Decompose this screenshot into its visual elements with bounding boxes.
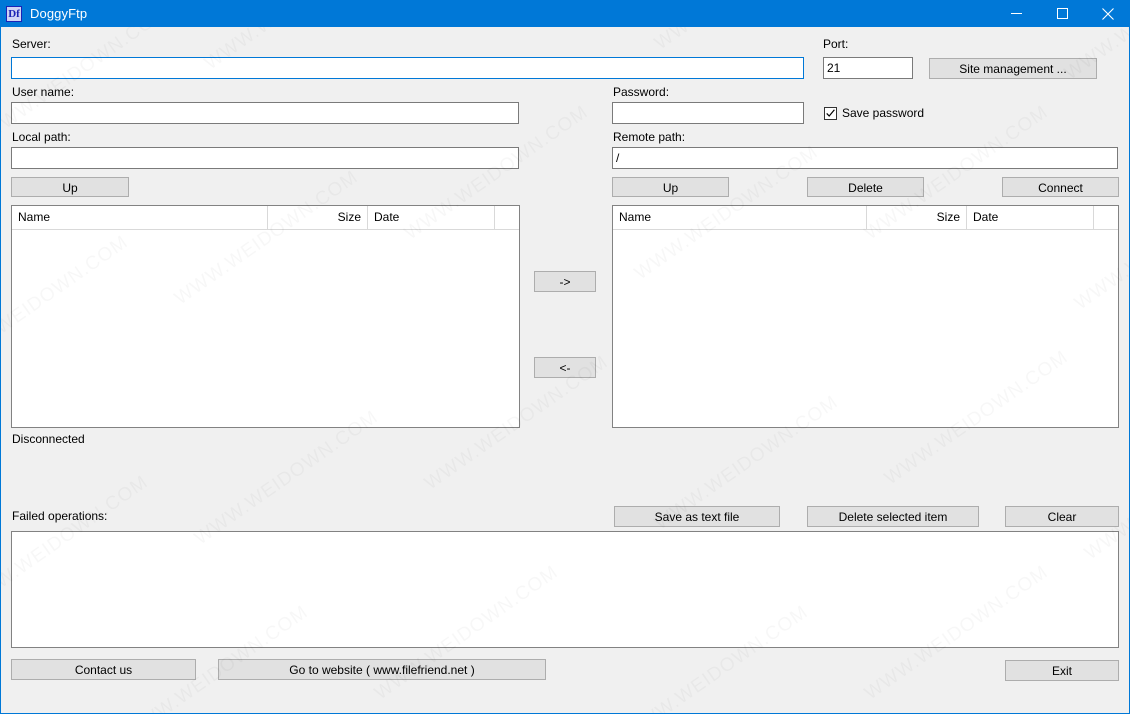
go-to-website-button[interactable]: Go to website ( www.filefriend.net ) bbox=[218, 659, 546, 680]
watermark-text: WWW.WEIDOWN.COM bbox=[651, 27, 843, 55]
column-header-size[interactable]: Size bbox=[268, 206, 368, 229]
remote-path-label: Remote path: bbox=[613, 130, 686, 144]
clear-button[interactable]: Clear bbox=[1005, 506, 1119, 527]
column-header-date[interactable]: Date bbox=[368, 206, 495, 229]
failed-operations-label: Failed operations: bbox=[12, 509, 108, 523]
password-label: Password: bbox=[613, 85, 670, 99]
local-up-button[interactable]: Up bbox=[11, 177, 129, 197]
contact-us-button[interactable]: Contact us bbox=[11, 659, 196, 680]
failed-operations-list-body[interactable] bbox=[12, 532, 1118, 647]
connect-button[interactable]: Connect bbox=[1002, 177, 1119, 197]
server-label: Server: bbox=[12, 37, 51, 51]
watermark-text: WWW.WEIDOWN.COM bbox=[191, 407, 383, 550]
save-password-label: Save password bbox=[842, 106, 925, 120]
maximize-icon[interactable] bbox=[1039, 0, 1085, 27]
remote-file-list[interactable]: Name Size Date bbox=[612, 205, 1119, 428]
save-password-checkbox[interactable]: Save password bbox=[824, 106, 924, 120]
app-icon-df: Df bbox=[6, 5, 22, 22]
column-header-name[interactable]: Name bbox=[613, 206, 867, 229]
minimize-icon[interactable] bbox=[993, 0, 1039, 27]
connection-status-label: Disconnected bbox=[12, 432, 85, 446]
local-file-list[interactable]: Name Size Date bbox=[11, 205, 520, 428]
column-header-spacer[interactable] bbox=[1094, 206, 1118, 229]
doggyftp-window: Df DoggyFtp WWW.WEIDOWN.COM WWW.WEIDOWN.… bbox=[0, 0, 1130, 714]
server-input[interactable] bbox=[11, 57, 804, 79]
remote-file-list-header: Name Size Date bbox=[613, 206, 1118, 230]
window-title: DoggyFtp bbox=[30, 6, 88, 21]
download-button[interactable]: <- bbox=[534, 357, 596, 378]
column-header-size[interactable]: Size bbox=[867, 206, 967, 229]
local-path-input[interactable] bbox=[11, 147, 519, 169]
title-bar: Df DoggyFtp bbox=[1, 0, 1129, 27]
remote-delete-button[interactable]: Delete bbox=[807, 177, 924, 197]
remote-file-list-body[interactable] bbox=[613, 230, 1118, 427]
column-header-spacer[interactable] bbox=[495, 206, 519, 229]
column-header-name[interactable]: Name bbox=[12, 206, 268, 229]
username-input[interactable] bbox=[11, 102, 519, 124]
port-input[interactable] bbox=[823, 57, 913, 79]
port-label: Port: bbox=[823, 37, 849, 51]
save-as-text-file-button[interactable]: Save as text file bbox=[614, 506, 780, 527]
failed-operations-list[interactable] bbox=[11, 531, 1119, 648]
local-path-label: Local path: bbox=[12, 130, 71, 144]
remote-up-button[interactable]: Up bbox=[612, 177, 729, 197]
password-input[interactable] bbox=[612, 102, 804, 124]
site-management-button[interactable]: Site management ... bbox=[929, 58, 1097, 79]
checkbox-checked-icon[interactable] bbox=[824, 106, 837, 120]
upload-button[interactable]: -> bbox=[534, 271, 596, 292]
local-file-list-header: Name Size Date bbox=[12, 206, 519, 230]
column-header-date[interactable]: Date bbox=[967, 206, 1094, 229]
remote-path-input[interactable] bbox=[612, 147, 1118, 169]
close-icon[interactable] bbox=[1085, 0, 1129, 27]
window-controls bbox=[993, 0, 1129, 27]
delete-selected-item-button[interactable]: Delete selected item bbox=[807, 506, 979, 527]
local-file-list-body[interactable] bbox=[12, 230, 519, 427]
username-label: User name: bbox=[12, 85, 75, 99]
exit-button[interactable]: Exit bbox=[1005, 660, 1119, 681]
